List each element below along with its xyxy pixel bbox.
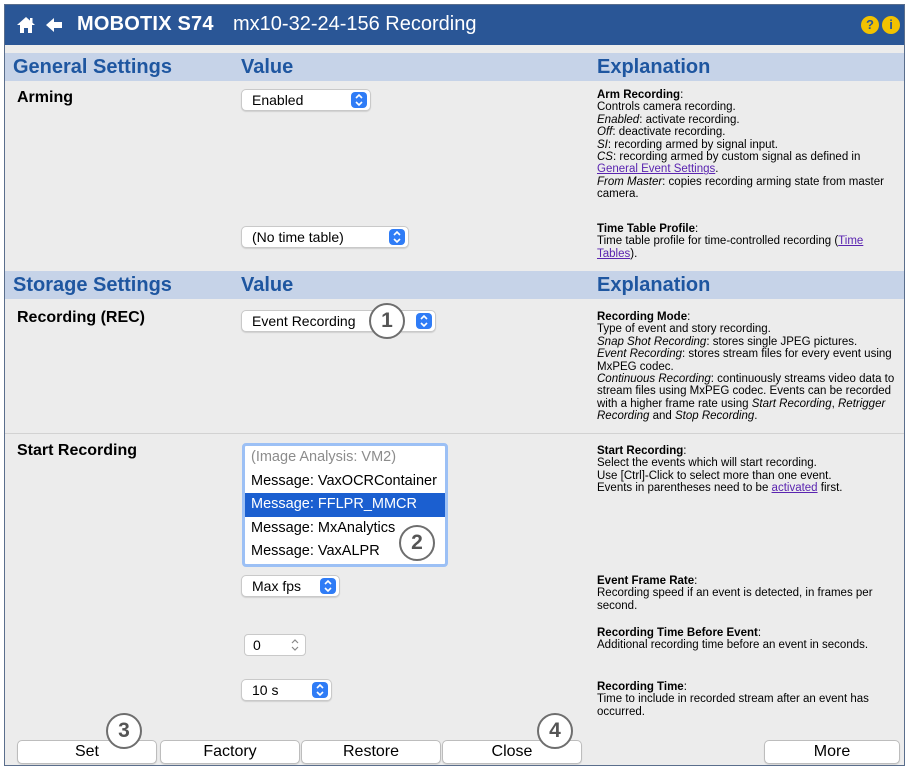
restore-button[interactable]: Restore: [301, 740, 441, 764]
info-icon[interactable]: i: [882, 16, 900, 34]
recording-settings-window: MOBOTIX S74 mx10-32-24-156 Recording ? i…: [4, 4, 905, 766]
select-arrows-icon: [351, 92, 367, 108]
home-icon[interactable]: [15, 14, 37, 36]
select-arrows-icon: [320, 578, 336, 594]
factory-button[interactable]: Factory: [160, 740, 300, 764]
time-table-select[interactable]: (No time table): [241, 226, 409, 248]
recording-time-explanation: Recording Time: Time to include in recor…: [597, 681, 869, 718]
time-before-event-value: 0: [253, 637, 261, 653]
general-settings-title: General Settings: [13, 56, 172, 78]
time-table-select-value: (No time table): [252, 229, 344, 245]
stepper-arrows-icon[interactable]: [289, 637, 301, 653]
title-bar: MOBOTIX S74 mx10-32-24-156 Recording ? i: [5, 5, 904, 45]
help-icon[interactable]: ?: [861, 16, 879, 34]
back-arrow-icon[interactable]: [45, 16, 63, 34]
event-frame-rate-explanation: Event Frame Rate: Recording speed if an …: [597, 575, 873, 612]
frame-rate-select[interactable]: Max fps: [241, 575, 340, 597]
arm-recording-explanation: Arm Recording: Controls camera recording…: [597, 89, 884, 201]
start-recording-label: Start Recording: [17, 442, 138, 459]
arming-label: Arming: [17, 89, 73, 106]
recording-time-select-value: 10 s: [252, 682, 279, 698]
time-table-explanation: Time Table Profile: Time table profile f…: [597, 223, 864, 260]
general-settings-header: General Settings Value Explanation: [5, 53, 904, 81]
list-item[interactable]: Message: VaxOCRContainer: [245, 470, 445, 494]
storage-settings-title: Storage Settings: [13, 274, 172, 296]
camera-model: MOBOTIX S74: [77, 13, 214, 35]
callout-marker-2: 2: [399, 525, 435, 561]
callout-marker-4: 4: [537, 713, 573, 749]
callout-marker-1: 1: [369, 303, 405, 339]
list-item-selected[interactable]: Message: FFLPR_MMCR: [245, 493, 445, 517]
list-item[interactable]: (Image Analysis: VM2): [245, 446, 445, 470]
select-arrows-icon: [389, 229, 405, 245]
explanation-column-header: Explanation: [597, 56, 711, 78]
row-divider: [5, 433, 904, 434]
select-arrows-icon: [416, 313, 432, 329]
value-column-header: Value: [241, 56, 294, 78]
arming-select-value: Enabled: [252, 92, 304, 108]
time-before-event-input[interactable]: 0: [244, 634, 306, 656]
time-before-event-explanation: Recording Time Before Event: Additional …: [597, 627, 869, 652]
select-arrows-icon: [312, 682, 328, 698]
callout-marker-3: 3: [106, 713, 142, 749]
start-recording-explanation: Start Recording: Select the events which…: [597, 445, 843, 495]
explanation-column-header: Explanation: [597, 274, 711, 296]
recording-mode-select-value: Event Recording: [252, 313, 356, 329]
arming-select[interactable]: Enabled: [241, 89, 371, 111]
frame-rate-select-value: Max fps: [252, 578, 302, 594]
storage-settings-header: Storage Settings Value Explanation: [5, 271, 904, 299]
general-event-settings-link[interactable]: General Event Settings: [597, 163, 715, 175]
recording-rec-label: Recording (REC): [17, 309, 145, 326]
page-title: mx10-32-24-156 Recording: [233, 13, 477, 35]
value-column-header: Value: [241, 274, 294, 296]
more-button[interactable]: More: [764, 740, 900, 764]
recording-time-select[interactable]: 10 s: [241, 679, 332, 701]
recording-mode-select[interactable]: Event Recording: [241, 310, 436, 332]
recording-mode-explanation: Recording Mode: Type of event and story …: [597, 311, 895, 423]
activated-link[interactable]: activated: [772, 482, 818, 494]
